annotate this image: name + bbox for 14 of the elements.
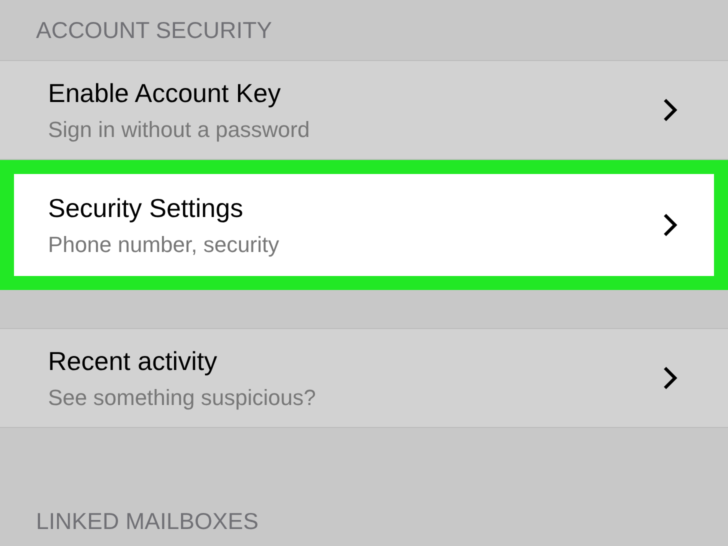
row-title: Enable Account Key	[48, 78, 282, 108]
section-header: ACCOUNT SECURITY	[36, 16, 272, 44]
chevron-right-icon	[662, 97, 678, 123]
settings-row[interactable]: Recent activity See something suspicious?	[0, 328, 728, 428]
row-subtitle: Sign in without a password	[48, 116, 311, 142]
chevron-right-icon	[662, 365, 678, 391]
row-subtitle: Phone number, security	[48, 232, 280, 258]
row-title: Security Settings	[48, 192, 244, 224]
section-header: LINKED MAILBOXES	[36, 508, 258, 535]
chevron-right-icon	[662, 212, 678, 238]
row-title: Recent activity	[48, 346, 218, 376]
row-subtitle: See something suspicious?	[48, 384, 317, 410]
settings-row[interactable]: Security Settings Phone number, security	[0, 160, 728, 290]
settings-row[interactable]: Enable Account Key Sign in without a password	[0, 60, 728, 160]
